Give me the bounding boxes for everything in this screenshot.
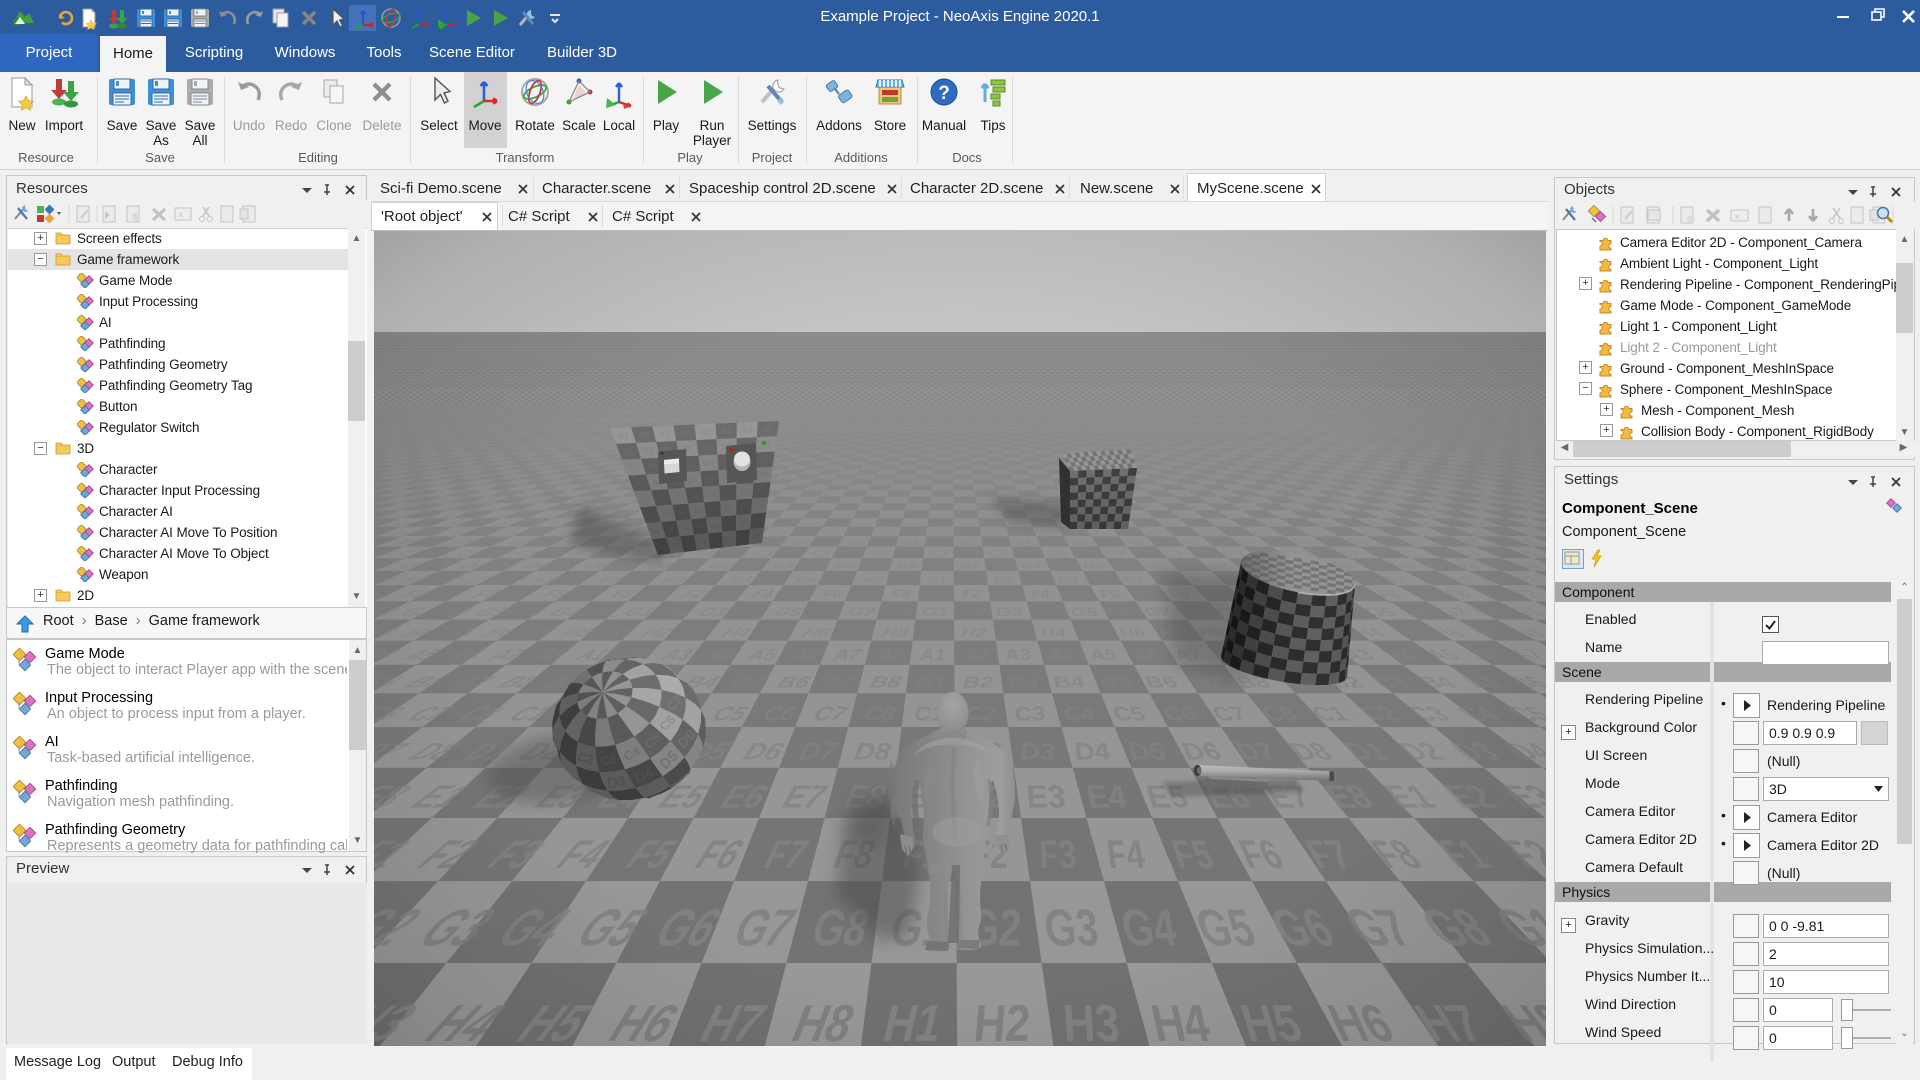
svg-text:x: x <box>179 210 183 219</box>
svg-text:?: ? <box>938 83 950 104</box>
